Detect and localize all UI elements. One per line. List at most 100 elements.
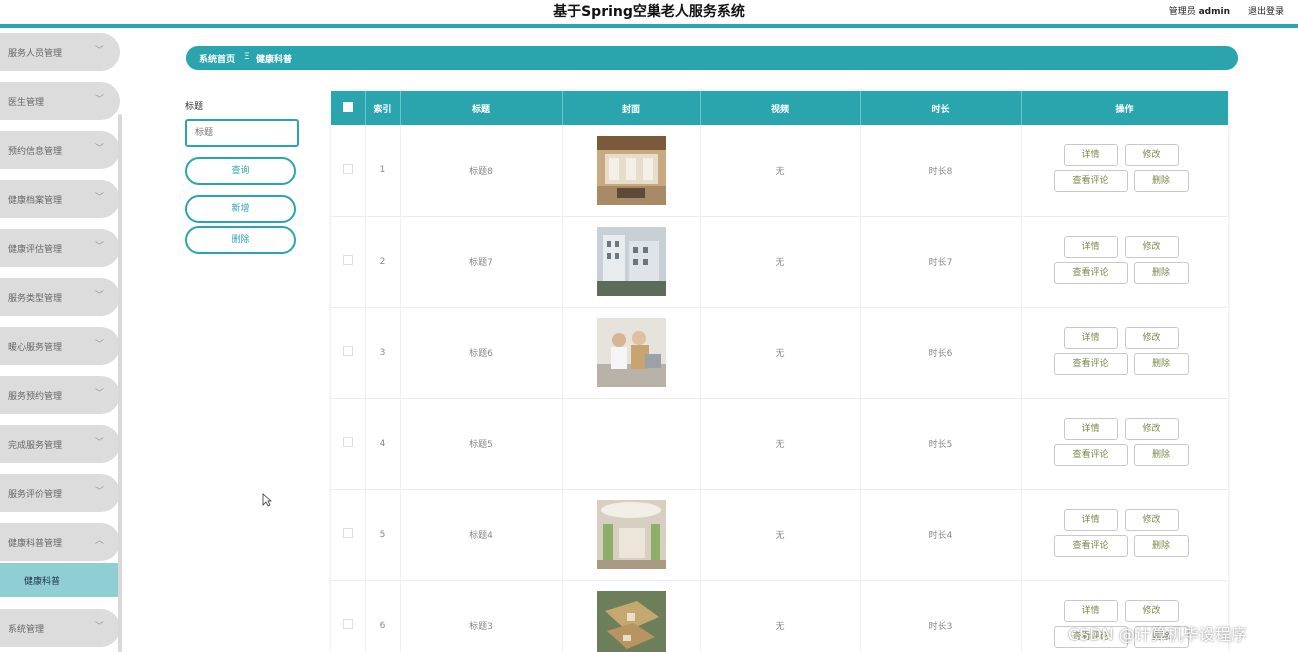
chevron-down-icon: ﹀ [94, 340, 104, 350]
sidebar-item-label: 健康科普管理 [8, 539, 63, 549]
detail-button[interactable]: 详情 [1063, 235, 1118, 258]
sidebar-item-appointments[interactable]: 预约信息管理 ﹀ [0, 131, 120, 169]
view-comments-button[interactable]: 查看评论 [1053, 170, 1128, 193]
sidebar-item-label: 服务类型管理 [8, 294, 63, 304]
search-button[interactable]: 查询 [185, 157, 296, 185]
column-header-cover: 封面 [562, 91, 701, 125]
row-title: 标题6 [400, 307, 563, 398]
column-header-title: 标题 [400, 91, 563, 125]
row-actions: 详情 修改 查看评论 删除 [1021, 125, 1228, 216]
edit-button[interactable]: 修改 [1124, 599, 1179, 622]
delete-button[interactable]: 删除 [1133, 170, 1189, 193]
sidebar-subitem-health-education[interactable]: 健康科普 [0, 563, 120, 597]
row-duration: 时长5 [860, 398, 1022, 489]
detail-button[interactable]: 详情 [1063, 417, 1118, 440]
edit-button[interactable]: 修改 [1124, 326, 1179, 349]
cover-image-aerial [596, 591, 666, 652]
row-checkbox[interactable] [342, 528, 353, 538]
column-header-index: 索引 [365, 91, 401, 125]
edit-button[interactable]: 修改 [1124, 144, 1179, 167]
title-filter-label: 标题 [185, 102, 204, 112]
user-info: 管理员 admin [1169, 4, 1230, 17]
row-index: 6 [365, 580, 401, 652]
row-checkbox[interactable] [342, 255, 353, 265]
delete-button[interactable]: 删除 [1133, 261, 1189, 284]
detail-button[interactable]: 详情 [1063, 508, 1118, 531]
sidebar-item-system[interactable]: 系统管理 ﹀ [0, 609, 120, 647]
row-select-cell [331, 489, 366, 580]
table-row: 1 标题8 无 时长8 详情 修改 查看评论 删除 [331, 125, 1228, 216]
row-actions: 详情 修改 查看评论 删除 [1021, 307, 1228, 398]
user-role: 管理员 [1168, 7, 1196, 17]
view-comments-button[interactable]: 查看评论 [1053, 352, 1128, 375]
chevron-up-icon: ︿ [94, 536, 104, 546]
row-checkbox[interactable] [342, 437, 353, 447]
delete-button[interactable]: 删除 [1133, 352, 1189, 375]
sidebar-item-service-booking[interactable]: 服务预约管理 ﹀ [0, 376, 120, 414]
sidebar-item-completed-services[interactable]: 完成服务管理 ﹀ [0, 425, 120, 463]
row-checkbox[interactable] [342, 163, 353, 174]
row-duration: 时长4 [860, 489, 1022, 580]
detail-button[interactable]: 详情 [1063, 599, 1118, 622]
table-row: 5 标题4 无 时长4 详情 修改 查看评论 删除 [331, 489, 1228, 580]
sidebar-item-label: 医生管理 [8, 98, 45, 108]
breadcrumb-home[interactable]: 系统首页 [199, 52, 235, 65]
delete-button[interactable]: 删除 [1133, 443, 1189, 466]
edit-button[interactable]: 修改 [1124, 508, 1179, 531]
sidebar-item-service-reviews[interactable]: 服务评价管理 ﹀ [0, 474, 120, 512]
logout-link[interactable]: 退出登录 [1248, 4, 1284, 17]
chevron-down-icon: ﹀ [94, 291, 104, 301]
edit-button[interactable]: 修改 [1124, 417, 1179, 440]
cover-image-lobby [596, 135, 666, 205]
sidebar-item-label: 完成服务管理 [8, 441, 63, 451]
edit-button[interactable]: 修改 [1124, 235, 1179, 258]
sidebar-item-health-assessment[interactable]: 健康评估管理 ﹀ [0, 229, 120, 267]
table-row: 3 标题6 无 时长6 详情 修改 查看评论 删除 [331, 307, 1228, 398]
mouse-cursor-icon [262, 493, 272, 507]
table-header-row: 索引 标题 封面 视频 时长 操作 [331, 91, 1228, 125]
chevron-down-icon: ﹀ [94, 242, 104, 252]
sidebar-item-care-services[interactable]: 暖心服务管理 ﹀ [0, 327, 120, 365]
row-cover-cell [562, 398, 701, 489]
column-header-video: 视频 [700, 91, 861, 125]
row-video: 无 [700, 580, 861, 652]
bulk-delete-button[interactable]: 删除 [185, 226, 296, 254]
delete-button[interactable]: 删除 [1133, 534, 1189, 557]
row-checkbox[interactable] [342, 346, 353, 356]
row-duration: 时长3 [860, 580, 1022, 652]
chevron-down-icon: ﹀ [94, 622, 104, 632]
row-index: 4 [365, 398, 401, 489]
table-row: 4 标题5 无 时长5 详情 修改 查看评论 删除 [331, 398, 1228, 489]
row-index: 1 [365, 125, 401, 216]
title-search-input[interactable] [185, 119, 299, 147]
select-all-checkbox[interactable] [342, 101, 353, 112]
add-button[interactable]: 新增 [185, 195, 296, 223]
select-all-header [331, 91, 366, 125]
sidebar-item-staff[interactable]: 服务人员管理 ﹀ [0, 33, 120, 71]
cover-image-building [596, 227, 666, 296]
row-cover-cell [562, 216, 701, 307]
detail-button[interactable]: 详情 [1063, 326, 1118, 349]
row-title: 标题4 [400, 489, 563, 580]
sidebar-item-doctors[interactable]: 医生管理 ﹀ [0, 82, 120, 120]
sidebar-scrollbar[interactable] [118, 114, 122, 652]
sidebar-item-health-records[interactable]: 健康档案管理 ﹀ [0, 180, 120, 218]
chevron-down-icon: ﹀ [94, 389, 104, 399]
sidebar-item-label: 服务评价管理 [8, 490, 63, 500]
row-checkbox[interactable] [342, 619, 353, 629]
chevron-down-icon: ﹀ [94, 144, 104, 154]
row-cover-cell [562, 307, 701, 398]
sidebar-item-health-education[interactable]: 健康科普管理 ︿ [0, 523, 120, 561]
row-select-cell [331, 125, 366, 216]
view-comments-button[interactable]: 查看评论 [1053, 443, 1128, 466]
row-select-cell [331, 216, 366, 307]
row-title: 标题5 [400, 398, 563, 489]
chevron-down-icon: ﹀ [94, 95, 104, 105]
view-comments-button[interactable]: 查看评论 [1053, 534, 1128, 557]
row-index: 2 [365, 216, 401, 307]
view-comments-button[interactable]: 查看评论 [1053, 261, 1128, 284]
top-bar: 基于Spring空巢老人服务系统 管理员 admin 退出登录 [0, 0, 1298, 24]
sidebar-item-service-types[interactable]: 服务类型管理 ﹀ [0, 278, 120, 316]
row-duration: 时长7 [860, 216, 1022, 307]
detail-button[interactable]: 详情 [1063, 144, 1118, 167]
